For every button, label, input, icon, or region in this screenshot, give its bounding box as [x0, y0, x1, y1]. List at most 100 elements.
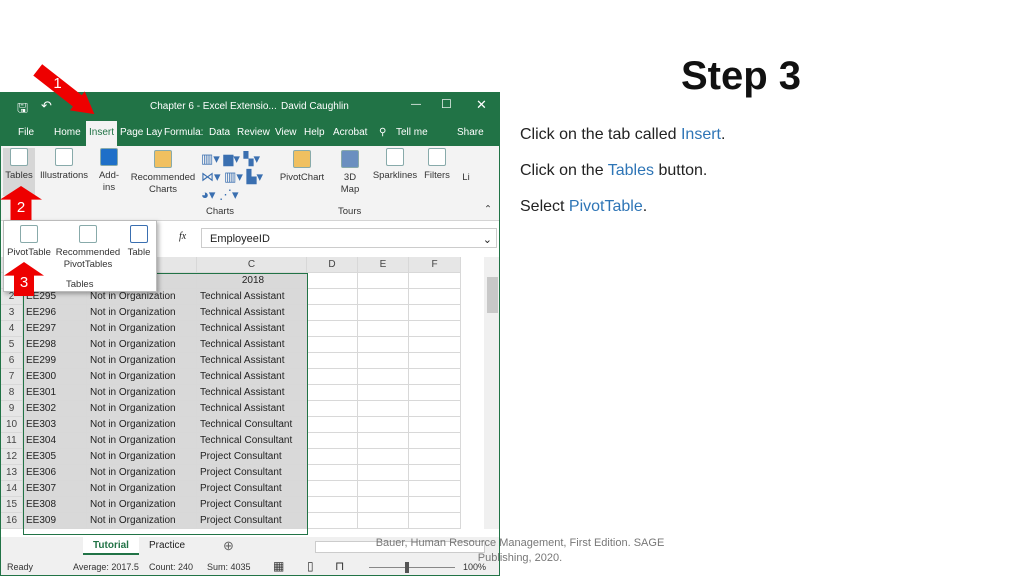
row-header[interactable]: 6	[1, 353, 23, 369]
cell[interactable]: Not in Organization	[87, 369, 197, 385]
cell[interactable]: EE303	[23, 417, 87, 433]
cell[interactable]	[358, 289, 409, 305]
cell[interactable]: EE302	[23, 401, 87, 417]
cell[interactable]	[358, 273, 409, 289]
cell[interactable]	[358, 401, 409, 417]
cell[interactable]: Technical Assistant	[197, 369, 307, 385]
cell[interactable]: Not in Organization	[87, 401, 197, 417]
illustrations-button[interactable]: Illustrations	[37, 148, 91, 182]
cell[interactable]: Not in Organization	[87, 417, 197, 433]
cell[interactable]: Technical Assistant	[197, 337, 307, 353]
sheet-tab-practice[interactable]: Practice	[149, 540, 185, 551]
vertical-scrollbar[interactable]	[484, 257, 499, 529]
cell[interactable]	[358, 513, 409, 529]
cell[interactable]: Not in Organization	[87, 481, 197, 497]
cell[interactable]: Not in Organization	[87, 449, 197, 465]
user-name[interactable]: David Caughlin	[281, 101, 349, 112]
tab-insert[interactable]: Insert	[86, 121, 118, 146]
zoom-slider[interactable]	[369, 562, 455, 573]
cell[interactable]: Technical Consultant	[197, 417, 307, 433]
cell[interactable]: Technical Assistant	[197, 385, 307, 401]
cell[interactable]	[409, 385, 461, 401]
cell[interactable]	[307, 337, 358, 353]
cell[interactable]	[307, 433, 358, 449]
cell[interactable]	[409, 353, 461, 369]
normal-view-icon[interactable]: ▦	[273, 559, 284, 573]
column-header-d[interactable]: D	[307, 257, 358, 273]
tell-me-search[interactable]: Tell me	[396, 127, 428, 138]
pivotchart-button[interactable]: PivotChart	[277, 150, 327, 184]
cell[interactable]	[358, 481, 409, 497]
row-header[interactable]: 12	[1, 449, 23, 465]
cell[interactable]	[409, 305, 461, 321]
cell[interactable]: EE307	[23, 481, 87, 497]
cell[interactable]	[409, 289, 461, 305]
cell[interactable]	[307, 513, 358, 529]
row-header[interactable]: 4	[1, 321, 23, 337]
cell[interactable]	[307, 401, 358, 417]
cell[interactable]: EE308	[23, 497, 87, 513]
cell[interactable]	[409, 481, 461, 497]
cell[interactable]: Project Consultant	[197, 497, 307, 513]
minimize-icon[interactable]: —	[411, 99, 421, 110]
cell[interactable]	[409, 321, 461, 337]
pivottable-button[interactable]: PivotTable	[6, 225, 52, 259]
cell[interactable]	[409, 337, 461, 353]
cell[interactable]	[307, 305, 358, 321]
row-header[interactable]: 14	[1, 481, 23, 497]
cell[interactable]: Technical Assistant	[197, 305, 307, 321]
cell[interactable]	[307, 289, 358, 305]
tab-review[interactable]: Review	[237, 127, 270, 138]
row-header[interactable]: 7	[1, 369, 23, 385]
row-header[interactable]: 9	[1, 401, 23, 417]
cell[interactable]: Not in Organization	[87, 465, 197, 481]
cell[interactable]	[307, 465, 358, 481]
cell[interactable]: EE301	[23, 385, 87, 401]
cell[interactable]	[358, 337, 409, 353]
tab-acrobat[interactable]: Acrobat	[333, 127, 367, 138]
sparklines-button[interactable]: Sparklines	[371, 148, 419, 182]
recommended-charts-button[interactable]: Recommended Charts	[129, 150, 197, 196]
cell[interactable]	[358, 465, 409, 481]
cell[interactable]: EE299	[23, 353, 87, 369]
expand-icon[interactable]: ⌄	[483, 233, 492, 246]
tab-data[interactable]: Data	[209, 127, 230, 138]
tab-page-layout[interactable]: Page Lay	[120, 127, 162, 138]
cell[interactable]	[307, 273, 358, 289]
cell[interactable]	[307, 481, 358, 497]
cell[interactable]	[358, 449, 409, 465]
column-header-e[interactable]: E	[358, 257, 409, 273]
tab-view[interactable]: View	[275, 127, 297, 138]
addins-button[interactable]: Add- ins	[95, 148, 123, 194]
maximize-icon[interactable]: ☐	[441, 97, 452, 111]
row-header[interactable]: 3	[1, 305, 23, 321]
cell[interactable]: Project Consultant	[197, 465, 307, 481]
row-header[interactable]: 5	[1, 337, 23, 353]
cell[interactable]: EE300	[23, 369, 87, 385]
cell[interactable]	[307, 369, 358, 385]
filters-button[interactable]: Filters	[421, 148, 453, 182]
row-header[interactable]: 13	[1, 465, 23, 481]
cell[interactable]	[307, 321, 358, 337]
cell[interactable]: Technical Assistant	[197, 289, 307, 305]
column-header-c[interactable]: C	[197, 257, 307, 273]
undo-icon[interactable]: ↶	[41, 98, 52, 114]
close-icon[interactable]: ✕	[476, 97, 487, 113]
links-button[interactable]: Li	[459, 172, 473, 184]
formula-input[interactable]: EmployeeID ⌄	[201, 228, 497, 248]
cell[interactable]: Not in Organization	[87, 305, 197, 321]
cell[interactable]: Project Consultant	[197, 449, 307, 465]
cell[interactable]: EE298	[23, 337, 87, 353]
cell[interactable]: Technical Consultant	[197, 433, 307, 449]
cell[interactable]: Not in Organization	[87, 513, 197, 529]
page-break-view-icon[interactable]: ⊓	[335, 559, 344, 573]
tab-formulas[interactable]: Formula:	[164, 127, 203, 138]
cell[interactable]	[358, 321, 409, 337]
recommended-pivottables-button[interactable]: Recommended PivotTables	[54, 225, 122, 271]
tab-home[interactable]: Home	[54, 127, 81, 138]
cell[interactable]	[358, 433, 409, 449]
cell[interactable]	[307, 449, 358, 465]
cell[interactable]	[409, 273, 461, 289]
save-icon[interactable]: 🖫	[17, 99, 28, 121]
row-header[interactable]: 10	[1, 417, 23, 433]
